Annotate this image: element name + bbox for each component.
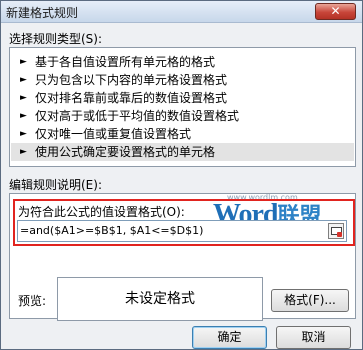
format-button[interactable]: 格式(F)...: [271, 289, 349, 312]
rule-type-label: 选择规则类型(S):: [9, 32, 103, 46]
collapse-dialog-icon[interactable]: [328, 223, 344, 239]
triangle-right-icon: ►: [20, 147, 27, 157]
title-bar: 新建格式规则 ✕: [1, 1, 362, 23]
rule-type-item-5[interactable]: ► 使用公式确定要设置格式的单元格: [11, 143, 354, 161]
triangle-right-icon: ►: [20, 93, 27, 103]
edit-rule-label: 编辑规则说明(E):: [9, 178, 102, 192]
rule-type-item-4[interactable]: ► 仅对唯一值或重复值设置格式: [11, 125, 354, 143]
formula-value: =and($A1>=$B$1, $A1<=$D$1): [20, 224, 204, 237]
new-format-rule-dialog: 新建格式规则 ✕ 选择规则类型(S): ► 基于各自值设置所有单元格的格式 ► …: [0, 0, 363, 350]
rule-type-item-1[interactable]: ► 只为包含以下内容的单元格设置格式: [11, 71, 354, 89]
rule-type-item-label: 仅对高于或低于平均值的数值设置格式: [35, 109, 240, 123]
rule-type-item-label: 仅对排名靠前或靠后的数值设置格式: [35, 91, 228, 105]
rule-type-item-label: 仅对唯一值或重复值设置格式: [35, 127, 192, 141]
triangle-right-icon: ►: [20, 75, 27, 85]
triangle-right-icon: ►: [20, 129, 27, 139]
rule-type-item-label: 使用公式确定要设置格式的单元格: [35, 145, 216, 159]
rule-type-item-0[interactable]: ► 基于各自值设置所有单元格的格式: [11, 53, 354, 71]
formula-input[interactable]: =and($A1>=$B$1, $A1<=$D$1): [17, 220, 347, 242]
ok-button[interactable]: 确定: [192, 326, 267, 349]
preview-label: 预览:: [18, 294, 47, 308]
rule-type-item-label: 只为包含以下内容的单元格设置格式: [35, 73, 228, 87]
cancel-button[interactable]: 取消: [276, 326, 351, 349]
window-title: 新建格式规则: [6, 6, 79, 20]
rule-type-item-2[interactable]: ► 仅对排名靠前或靠后的数值设置格式: [11, 89, 354, 107]
triangle-right-icon: ►: [20, 111, 27, 121]
rule-type-item-3[interactable]: ► 仅对高于或低于平均值的数值设置格式: [11, 107, 354, 125]
rule-type-item-label: 基于各自值设置所有单元格的格式: [35, 55, 216, 69]
formula-label: 为符合此公式的值设置格式(O):: [18, 205, 185, 219]
triangle-right-icon: ►: [20, 57, 27, 67]
preview-box: 未设定格式: [57, 277, 263, 321]
close-button[interactable]: ✕: [315, 3, 356, 20]
rule-type-list[interactable]: ► 基于各自值设置所有单元格的格式 ► 只为包含以下内容的单元格设置格式 ► 仅…: [9, 47, 356, 167]
